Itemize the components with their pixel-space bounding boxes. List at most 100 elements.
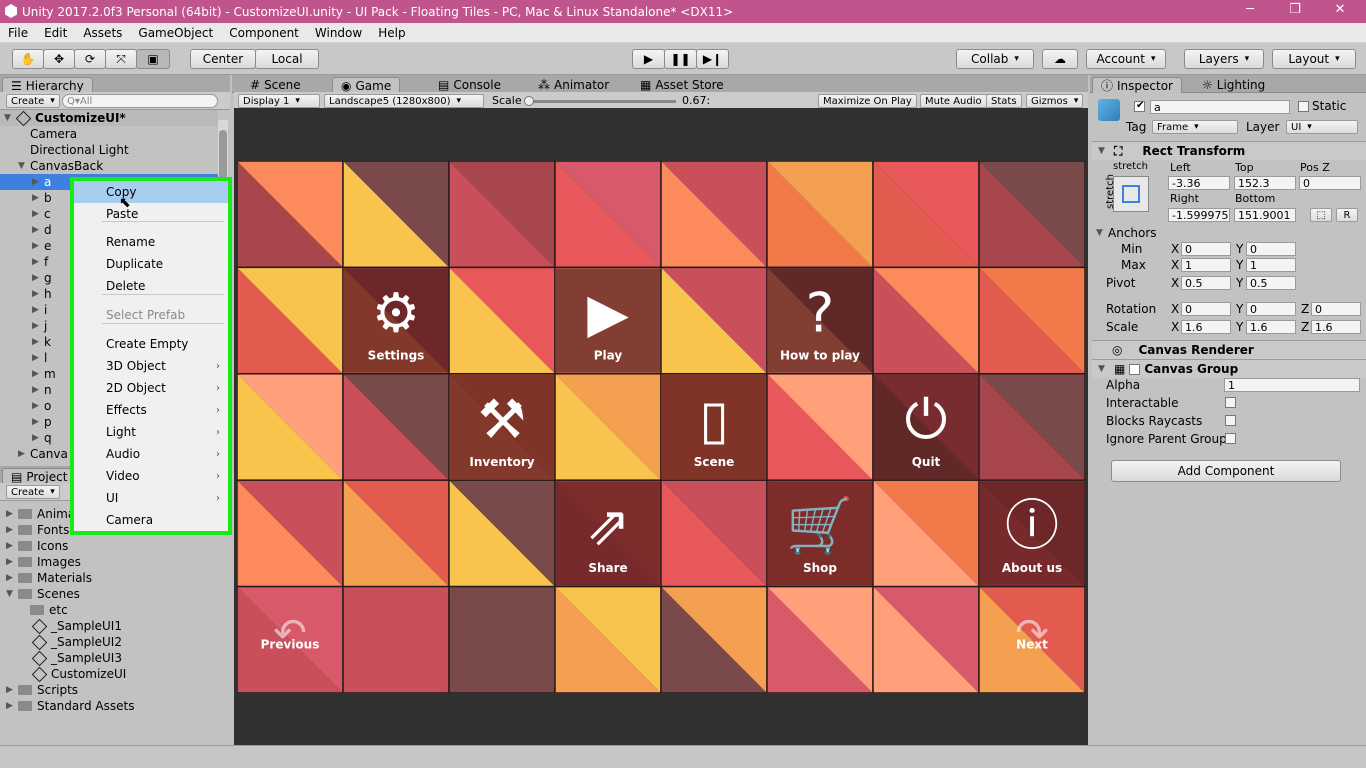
layers-dropdown[interactable]: Layers — [1184, 49, 1264, 69]
anchor-preset-button[interactable] — [1113, 176, 1149, 212]
hierarchy-create-button[interactable]: Create — [6, 94, 60, 108]
menu-item-create-empty[interactable]: Create Empty — [74, 333, 228, 355]
rotation-x-input[interactable]: 0 — [1181, 302, 1231, 316]
static-checkbox[interactable] — [1298, 101, 1309, 112]
menu-window[interactable]: Window — [307, 26, 370, 40]
play-button[interactable]: ▶ — [632, 49, 665, 69]
expand-arrow-icon[interactable]: ▶ — [32, 273, 44, 283]
resolution-dropdown[interactable]: Landscape5 (1280x800) — [324, 94, 484, 108]
menu-item-video[interactable]: Video › — [74, 465, 228, 487]
game-button-settings[interactable]: ⚙ Settings — [344, 268, 448, 373]
pivot-y-input[interactable]: 0.5 — [1246, 276, 1296, 290]
game-button-next[interactable]: ↷Next — [1015, 611, 1049, 657]
anchors-foldout[interactable]: ▼ Anchors — [1096, 225, 1157, 241]
expand-arrow-icon[interactable]: ▶ — [32, 321, 44, 331]
tab-lighting[interactable]: ☼ Lighting — [1194, 77, 1273, 93]
close-button[interactable]: ✕ — [1320, 2, 1360, 20]
rotate-tool-button[interactable]: ⟳ — [74, 49, 106, 69]
project-item[interactable]: ▼ Scenes — [6, 586, 80, 602]
blocks-raycasts-checkbox[interactable] — [1225, 415, 1236, 426]
posz-input[interactable]: 0 — [1299, 176, 1361, 190]
right-input[interactable]: -1.599975 — [1168, 208, 1230, 222]
raw-edit-button[interactable]: R — [1336, 208, 1358, 222]
add-component-button[interactable]: Add Component — [1111, 460, 1341, 482]
game-view[interactable]: ⚙ Settings ▶ Play? How to play ⚒ Inventory ▯ Sce… — [234, 108, 1088, 745]
tab-inspector[interactable]: ⓘ Inspector — [1092, 77, 1182, 93]
menu-item-ui[interactable]: UI › — [74, 487, 228, 509]
menu-item-copy[interactable]: Copy — [74, 181, 228, 203]
scene-row[interactable]: ▼ CustomizeUI* — [0, 110, 218, 126]
expand-arrow-icon[interactable]: ▶ — [32, 369, 44, 379]
game-button-how-to-play[interactable]: ? How to play — [768, 268, 872, 373]
mute-audio-toggle[interactable]: Mute Audio — [920, 94, 987, 108]
step-button[interactable]: ▶❙ — [696, 49, 729, 69]
tab-project[interactable]: ▤ Project — [2, 468, 77, 484]
expand-arrow-icon[interactable]: ▶ — [6, 509, 18, 519]
project-item[interactable]: ▶ Images — [6, 554, 81, 570]
restore-button[interactable]: ❐ — [1275, 2, 1315, 20]
pivot-center-button[interactable]: Center — [190, 49, 256, 69]
menu-item-3d-object[interactable]: 3D Object › — [74, 355, 228, 377]
rotation-y-input[interactable]: 0 — [1246, 302, 1296, 316]
rect-tool-button[interactable]: ▣ — [136, 49, 170, 69]
expand-arrow-icon[interactable]: ▶ — [6, 541, 18, 551]
anchor-max-x-input[interactable]: 1 — [1181, 258, 1231, 272]
top-input[interactable]: 152.3 — [1234, 176, 1296, 190]
scale-slider-thumb[interactable] — [524, 96, 534, 106]
menu-item-duplicate[interactable]: Duplicate — [74, 253, 228, 275]
canvas-group-header[interactable]: ▼ ▦ Canvas Group — [1092, 359, 1366, 378]
canvas-group-enabled-checkbox[interactable] — [1129, 363, 1141, 375]
menu-gameobject[interactable]: GameObject — [130, 26, 221, 40]
tab-game[interactable]: ◉ Game — [332, 77, 401, 93]
pivot-x-input[interactable]: 0.5 — [1181, 276, 1231, 290]
object-name-input[interactable]: a — [1150, 100, 1290, 114]
menu-component[interactable]: Component — [221, 26, 307, 40]
display-dropdown[interactable]: Display 1 — [238, 94, 320, 108]
rotation-z-input[interactable]: 0 — [1311, 302, 1361, 316]
project-item[interactable]: CustomizeUI — [31, 666, 126, 682]
expand-arrow-icon[interactable]: ▶ — [32, 209, 44, 219]
game-button-shop[interactable]: 🛒 Shop — [768, 481, 872, 586]
project-item[interactable]: ▶ Scripts — [6, 682, 78, 698]
game-button-play[interactable]: ▶ Play — [556, 268, 660, 373]
bottom-input[interactable]: 151.9001 — [1234, 208, 1296, 222]
hierarchy-item[interactable]: ▼ CanvasBack — [0, 158, 218, 174]
gizmos-dropdown[interactable]: Gizmos — [1026, 94, 1084, 108]
expand-arrow-icon[interactable]: ▼ — [6, 589, 18, 599]
pause-button[interactable]: ❚❚ — [664, 49, 697, 69]
anchor-min-y-input[interactable]: 0 — [1246, 242, 1296, 256]
project-item[interactable]: etc — [30, 602, 68, 618]
expand-arrow-icon[interactable]: ▶ — [32, 305, 44, 315]
expand-arrow-icon[interactable]: ▶ — [32, 353, 44, 363]
active-checkbox[interactable]: ✔ — [1134, 100, 1145, 112]
menu-file[interactable]: File — [0, 26, 36, 40]
ignore-parent-checkbox[interactable] — [1225, 433, 1236, 444]
tab-hierarchy[interactable]: ☰ Hierarchy — [2, 77, 93, 93]
expand-arrow-icon[interactable]: ▶ — [18, 449, 30, 459]
stats-toggle[interactable]: Stats — [986, 94, 1022, 108]
menu-item-effects[interactable]: Effects › — [74, 399, 228, 421]
expand-arrow-icon[interactable]: ▶ — [6, 685, 18, 695]
project-item[interactable]: _SampleUI1 — [31, 618, 122, 634]
project-create-button[interactable]: Create — [6, 485, 60, 499]
project-item[interactable]: _SampleUI3 — [31, 650, 122, 666]
scale-tool-button[interactable]: ⤧ — [105, 49, 137, 69]
left-input[interactable]: -3.36 — [1168, 176, 1230, 190]
expand-arrow-icon[interactable]: ▶ — [32, 289, 44, 299]
menu-edit[interactable]: Edit — [36, 26, 75, 40]
expand-arrow-icon[interactable]: ▶ — [32, 401, 44, 411]
anchor-min-x-input[interactable]: 0 — [1181, 242, 1231, 256]
minimize-button[interactable]: ─ — [1230, 2, 1270, 20]
hierarchy-item[interactable]: Directional Light — [0, 142, 218, 158]
pivot-local-button[interactable]: Local — [255, 49, 319, 69]
expand-arrow-icon[interactable]: ▶ — [32, 385, 44, 395]
hierarchy-search-input[interactable]: Q▾All — [62, 94, 218, 108]
project-item[interactable]: ▶ Anima — [6, 506, 75, 522]
expand-arrow-icon[interactable]: ▶ — [6, 701, 18, 711]
hand-tool-button[interactable]: ✋ — [12, 49, 44, 69]
account-dropdown[interactable]: Account — [1086, 49, 1166, 69]
project-item[interactable]: _SampleUI2 — [31, 634, 122, 650]
expand-arrow-icon[interactable]: ▶ — [32, 225, 44, 235]
project-item[interactable]: ▶ Icons — [6, 538, 68, 554]
menu-item-camera[interactable]: Camera — [74, 509, 228, 531]
